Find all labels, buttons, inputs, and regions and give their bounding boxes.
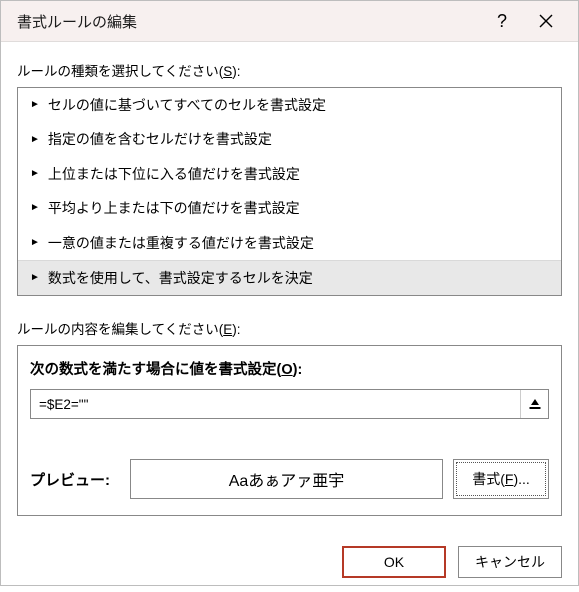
formula-heading-text: 次の数式を満たす場合に値を書式設定( — [30, 362, 281, 378]
rule-type-item-label: 指定の値を含むセルだけを書式設定 — [48, 128, 272, 150]
rule-type-label-text: ルールの種類を選択してください( — [17, 64, 223, 79]
rule-content-label-accel: E — [223, 322, 232, 337]
rule-type-label-accel: S — [223, 64, 232, 79]
rule-content-label-text: ルールの内容を編集してください( — [17, 322, 223, 337]
dialog-footer: OK キャンセル — [1, 532, 578, 592]
formula-input[interactable] — [31, 390, 520, 418]
format-button-suffix: )... — [513, 471, 529, 487]
preview-label: プレビュー: — [30, 469, 120, 490]
rule-edit-box: 次の数式を満たす場合に値を書式設定(O): プレビュー: Aaあぁアァ亜宇 書式… — [17, 345, 562, 516]
rule-content-label-suffix: ): — [232, 322, 240, 337]
titlebar: 書式ルールの編集 ? — [1, 1, 578, 42]
rule-type-item[interactable]: ► 指定の値を含むセルだけを書式設定 — [18, 122, 561, 156]
rule-type-label-suffix: ): — [232, 64, 240, 79]
arrow-up-icon — [529, 398, 541, 410]
dialog-content: ルールの種類を選択してください(S): ► セルの値に基づいてすべてのセルを書式設… — [1, 42, 578, 532]
format-button-text: 書式( — [472, 471, 505, 487]
rule-content-label: ルールの内容を編集してください(E): — [17, 318, 562, 338]
triangle-right-icon: ► — [30, 203, 40, 213]
close-icon — [539, 14, 553, 28]
help-button[interactable]: ? — [480, 1, 524, 41]
close-button[interactable] — [524, 1, 568, 41]
ok-button[interactable]: OK — [342, 546, 446, 578]
rule-type-item[interactable]: ► 一意の値または重複する値だけを書式設定 — [18, 226, 561, 260]
range-picker-button[interactable] — [520, 390, 548, 418]
formula-heading-accel: O — [281, 362, 292, 378]
triangle-right-icon: ► — [30, 238, 40, 248]
cancel-button[interactable]: キャンセル — [458, 546, 562, 578]
triangle-right-icon: ► — [30, 100, 40, 110]
dialog-edit-format-rule: 書式ルールの編集 ? ルールの種類を選択してください(S): ► セルの値に基づい… — [0, 0, 579, 586]
format-button[interactable]: 書式(F)... — [453, 459, 549, 499]
rule-type-item-label: セルの値に基づいてすべてのセルを書式設定 — [48, 94, 326, 116]
triangle-right-icon: ► — [30, 273, 40, 283]
rule-type-item[interactable]: ► 数式を使用して、書式設定するセルを決定 — [18, 260, 561, 295]
rule-type-list: ► セルの値に基づいてすべてのセルを書式設定 ► 指定の値を含むセルだけを書式設定 ► 上… — [17, 87, 562, 296]
rule-type-item[interactable]: ► セルの値に基づいてすべてのセルを書式設定 — [18, 88, 561, 122]
preview-row: プレビュー: Aaあぁアァ亜宇 書式(F)... — [30, 419, 549, 499]
formula-heading-suffix: ): — [293, 362, 303, 378]
rule-type-item-label: 上位または下位に入る値だけを書式設定 — [48, 163, 300, 185]
preview-sample: Aaあぁアァ亜宇 — [130, 459, 443, 499]
rule-type-item-label: 一意の値または重複する値だけを書式設定 — [48, 232, 314, 254]
formula-heading: 次の数式を満たす場合に値を書式設定(O): — [30, 358, 549, 379]
triangle-right-icon: ► — [30, 169, 40, 179]
rule-type-label: ルールの種類を選択してください(S): — [17, 60, 562, 80]
formula-row — [30, 389, 549, 419]
rule-type-item[interactable]: ► 平均より上または下の値だけを書式設定 — [18, 191, 561, 225]
rule-type-item-label: 数式を使用して、書式設定するセルを決定 — [48, 267, 313, 289]
rule-type-item-label: 平均より上または下の値だけを書式設定 — [48, 197, 300, 219]
dialog-title: 書式ルールの編集 — [17, 11, 480, 32]
triangle-right-icon: ► — [30, 135, 40, 145]
rule-type-item[interactable]: ► 上位または下位に入る値だけを書式設定 — [18, 157, 561, 191]
